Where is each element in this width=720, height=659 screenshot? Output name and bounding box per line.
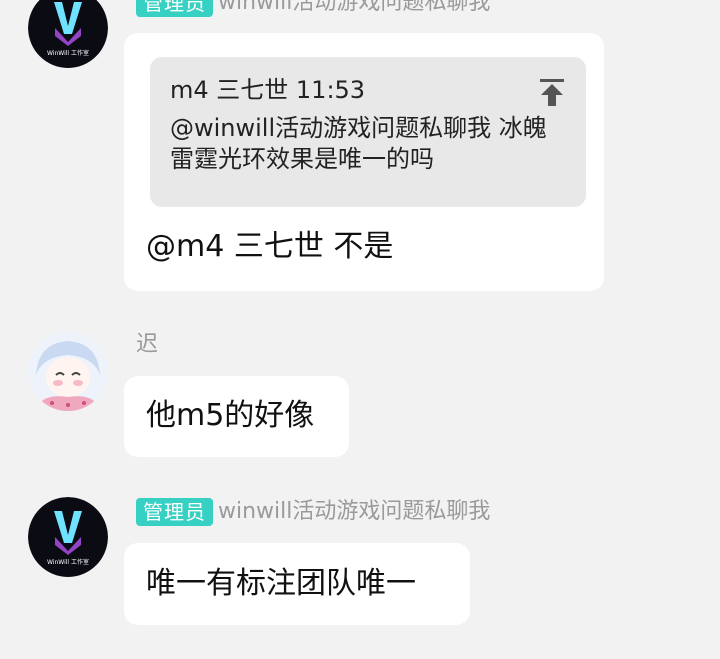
sender-line: 管理员 winwill活动游戏问题私聊我 [136,497,490,527]
sender-name[interactable]: winwill活动游戏问题私聊我 [218,497,490,527]
quote-header: m4 三七世 11:53 [170,76,366,104]
avatar-logo-text: WinWill 工作室 [47,49,89,57]
avatar-winwill[interactable]: WinWill 工作室 [28,497,108,577]
message-text: 唯一有标注团队唯一 [146,566,416,601]
quoted-message[interactable]: m4 三七世 11:53 @winwill活动游戏问题私聊我 冰魄雷霆光环效果是… [150,57,586,207]
anime-girl-avatar-icon [28,331,108,411]
quote-body: @winwill活动游戏问题私聊我 冰魄雷霆光环效果是唯一的吗 [170,114,547,173]
admin-badge: 管理员 [136,0,213,17]
message-bubble[interactable]: m4 三七世 11:53 @winwill活动游戏问题私聊我 冰魄雷霆光环效果是… [124,33,604,291]
sender-name[interactable]: winwill活动游戏问题私聊我 [218,0,490,18]
winwill-logo-icon: WinWill 工作室 [28,0,108,68]
message-text: @m4 三七世 不是 [146,229,394,264]
admin-badge: 管理员 [136,498,213,526]
avatar-chi[interactable] [28,331,108,411]
scroll-to-top-icon[interactable] [538,77,566,107]
sender-line: 迟 [136,330,158,360]
sender-line: 管理员 winwill活动游戏问题私聊我 [136,0,490,18]
message-text: 他m5的好像 [146,398,315,433]
sender-name[interactable]: 迟 [136,330,158,360]
winwill-logo-icon: WinWill 工作室 [28,497,108,577]
avatar-logo-text: WinWill 工作室 [47,558,89,566]
avatar-winwill[interactable]: WinWill 工作室 [28,0,108,68]
message-bubble[interactable]: 唯一有标注团队唯一 [124,543,470,625]
message-bubble[interactable]: 他m5的好像 [124,376,349,457]
